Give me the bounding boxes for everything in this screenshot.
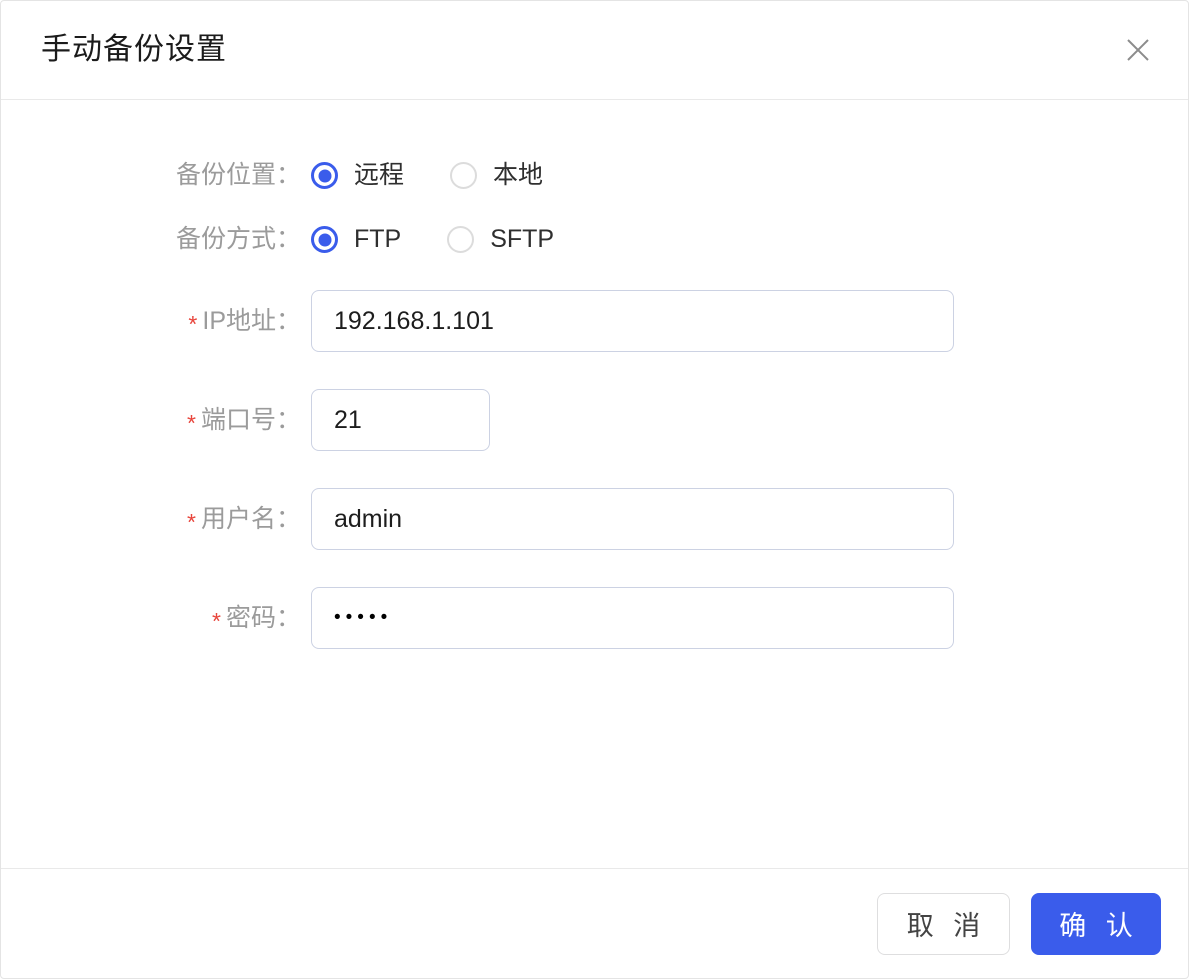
label-password: * 密码： — [1, 603, 311, 634]
radio-local-icon — [450, 162, 478, 189]
label-port: * 端口号： — [1, 405, 311, 436]
label-ip-address-text: IP地址： — [202, 306, 301, 335]
radio-option-local-label: 本地 — [493, 161, 544, 189]
port-input[interactable] — [311, 389, 490, 451]
form-row-username: * 用户名： — [1, 488, 1188, 550]
username-input[interactable] — [311, 488, 954, 550]
form-row-backup-location: 备份位置： 远程 本地 — [1, 162, 1188, 189]
radio-option-remote-label: 远程 — [354, 161, 405, 189]
manual-backup-settings-dialog: 手动备份设置 备份位置： 远程 本地 备份方式： FTP SFTP * IP地址… — [0, 0, 1189, 979]
ip-address-input[interactable] — [311, 290, 954, 352]
label-ip-address: * IP地址： — [1, 306, 311, 337]
confirm-button[interactable]: 确 认 — [1031, 892, 1161, 955]
form-row-backup-method: 备份方式： FTP SFTP — [1, 226, 1188, 253]
label-port-text: 端口号： — [200, 405, 301, 434]
dialog-header: 手动备份设置 — [1, 1, 1188, 100]
dialog-title: 手动备份设置 — [41, 33, 227, 66]
label-username: * 用户名： — [1, 504, 311, 535]
dialog-body: 备份位置： 远程 本地 备份方式： FTP SFTP * IP地址： 192.1… — [1, 100, 1188, 869]
form-row-port: * 端口号： — [1, 389, 1188, 451]
radio-option-ftp[interactable]: FTP — [311, 226, 401, 253]
cancel-button[interactable]: 取 消 — [877, 892, 1010, 955]
radio-option-sftp-label: SFTP — [490, 225, 555, 253]
radio-option-remote[interactable]: 远程 — [311, 162, 404, 189]
required-asterisk-password: * — [212, 607, 221, 634]
radio-group-backup-method: FTP SFTP — [311, 226, 554, 253]
radio-sftp-icon — [447, 226, 475, 253]
required-asterisk-port: * — [187, 409, 196, 436]
label-username-text: 用户名： — [200, 504, 301, 533]
radio-option-sftp[interactable]: SFTP — [447, 226, 554, 253]
dialog-footer: 取 消 确 认 — [1, 869, 1188, 978]
label-password-text: 密码： — [225, 603, 301, 632]
radio-ftp-icon — [311, 226, 338, 253]
radio-option-ftp-label: FTP — [354, 225, 402, 253]
form-row-ip-address: * IP地址： — [1, 290, 1188, 352]
label-backup-method: 备份方式： — [175, 225, 301, 253]
password-input[interactable] — [311, 587, 954, 649]
required-asterisk-username: * — [187, 508, 196, 535]
radio-option-local[interactable]: 本地 — [450, 162, 543, 189]
radio-remote-icon — [311, 162, 338, 189]
label-backup-location: 备份位置： — [175, 161, 301, 189]
form-row-password: * 密码： — [1, 587, 1188, 649]
radio-group-backup-location: 远程 本地 — [311, 162, 543, 189]
close-icon[interactable] — [1116, 28, 1160, 72]
required-asterisk-ip: * — [188, 310, 198, 337]
